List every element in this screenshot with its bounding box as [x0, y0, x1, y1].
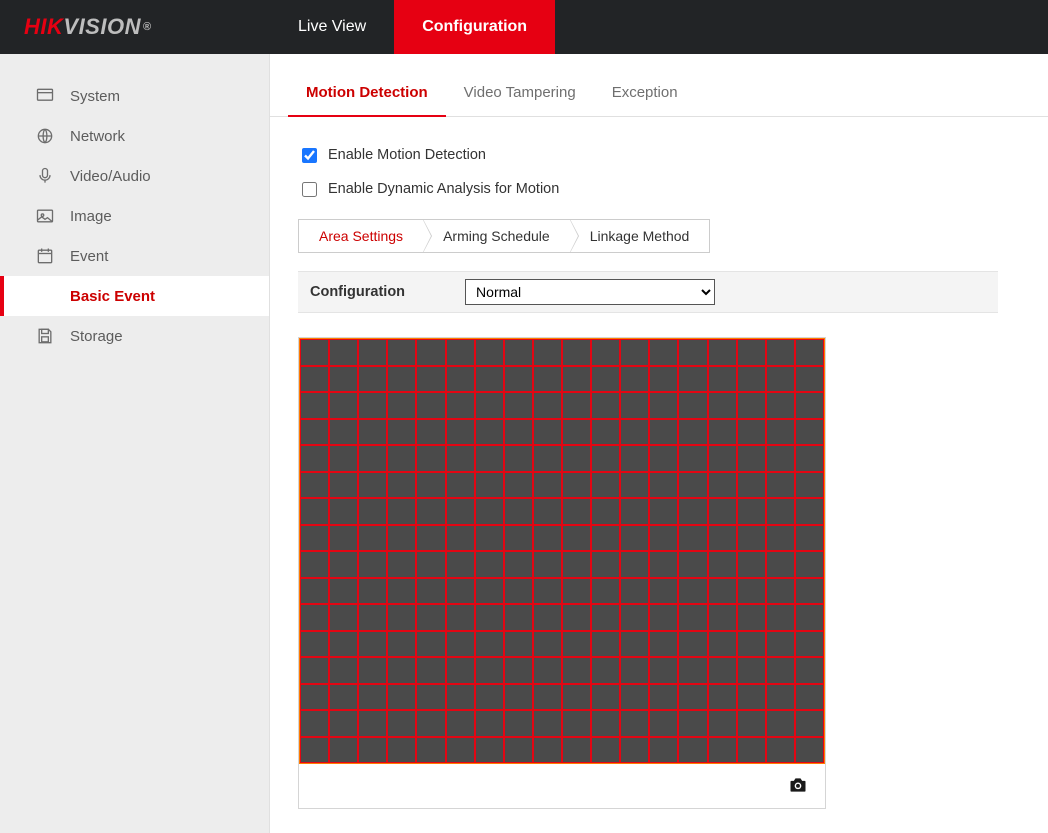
area-toolbar	[299, 764, 825, 808]
config-row: Configuration Normal	[298, 271, 998, 313]
monitor-icon	[34, 85, 56, 107]
main-panel: Motion Detection Video Tampering Excepti…	[270, 54, 1048, 833]
sidebar-label-video-audio: Video/Audio	[70, 168, 151, 185]
globe-icon	[34, 125, 56, 147]
brand-logo: HIKVISION®	[0, 0, 270, 54]
top-nav: Live View Configuration	[270, 0, 555, 54]
tab-video-tampering[interactable]: Video Tampering	[446, 72, 594, 117]
brand-suffix: VISION	[63, 14, 141, 40]
breadcrumb-tabs: Area Settings Arming Schedule Linkage Me…	[298, 219, 710, 253]
sidebar-label-image: Image	[70, 208, 112, 225]
sidebar-label-event: Event	[70, 248, 108, 265]
sidebar-item-image[interactable]: Image	[0, 196, 269, 236]
tab-exception[interactable]: Exception	[594, 72, 696, 117]
bc-tab-area-settings[interactable]: Area Settings	[299, 220, 423, 252]
sidebar-label-basic-event: Basic Event	[70, 288, 155, 305]
camera-icon[interactable]	[787, 775, 809, 798]
tab-motion-detection[interactable]: Motion Detection	[288, 72, 446, 117]
sidebar-item-basic-event[interactable]: Basic Event	[0, 276, 269, 316]
image-icon	[34, 205, 56, 227]
sidebar-item-event[interactable]: Event	[0, 236, 269, 276]
brand-reg: ®	[143, 21, 152, 33]
topnav-live-view[interactable]: Live View	[270, 0, 394, 54]
config-select[interactable]: Normal	[465, 279, 715, 305]
row-enable-dynamic: Enable Dynamic Analysis for Motion	[298, 175, 1048, 203]
checkbox-enable-motion[interactable]	[302, 148, 317, 163]
brand-prefix: HIK	[24, 14, 63, 40]
config-label: Configuration	[310, 284, 405, 300]
label-enable-motion[interactable]: Enable Motion Detection	[328, 147, 486, 163]
sidebar: System Network Video/Audio Image Event	[0, 54, 270, 833]
area-panel	[298, 337, 826, 809]
content-tabs: Motion Detection Video Tampering Excepti…	[270, 54, 1048, 117]
save-icon	[34, 325, 56, 347]
tab-content: Enable Motion Detection Enable Dynamic A…	[270, 117, 1048, 827]
topnav-configuration[interactable]: Configuration	[394, 0, 555, 54]
calendar-icon	[34, 245, 56, 267]
row-enable-motion: Enable Motion Detection	[298, 141, 1048, 169]
sidebar-label-system: System	[70, 88, 120, 105]
main-container: System Network Video/Audio Image Event	[0, 54, 1048, 833]
label-enable-dynamic[interactable]: Enable Dynamic Analysis for Motion	[328, 181, 559, 197]
sidebar-item-system[interactable]: System	[0, 76, 269, 116]
sidebar-item-video-audio[interactable]: Video/Audio	[0, 156, 269, 196]
sidebar-label-network: Network	[70, 128, 125, 145]
sidebar-item-storage[interactable]: Storage	[0, 316, 269, 356]
sidebar-item-network[interactable]: Network	[0, 116, 269, 156]
bc-tab-linkage-method[interactable]: Linkage Method	[570, 220, 710, 252]
mic-icon	[34, 165, 56, 187]
detection-grid[interactable]	[299, 338, 825, 764]
app-header: HIKVISION® Live View Configuration	[0, 0, 1048, 54]
bc-tab-arming-schedule[interactable]: Arming Schedule	[423, 220, 570, 252]
sidebar-label-storage: Storage	[70, 328, 123, 345]
checkbox-enable-dynamic[interactable]	[302, 182, 317, 197]
